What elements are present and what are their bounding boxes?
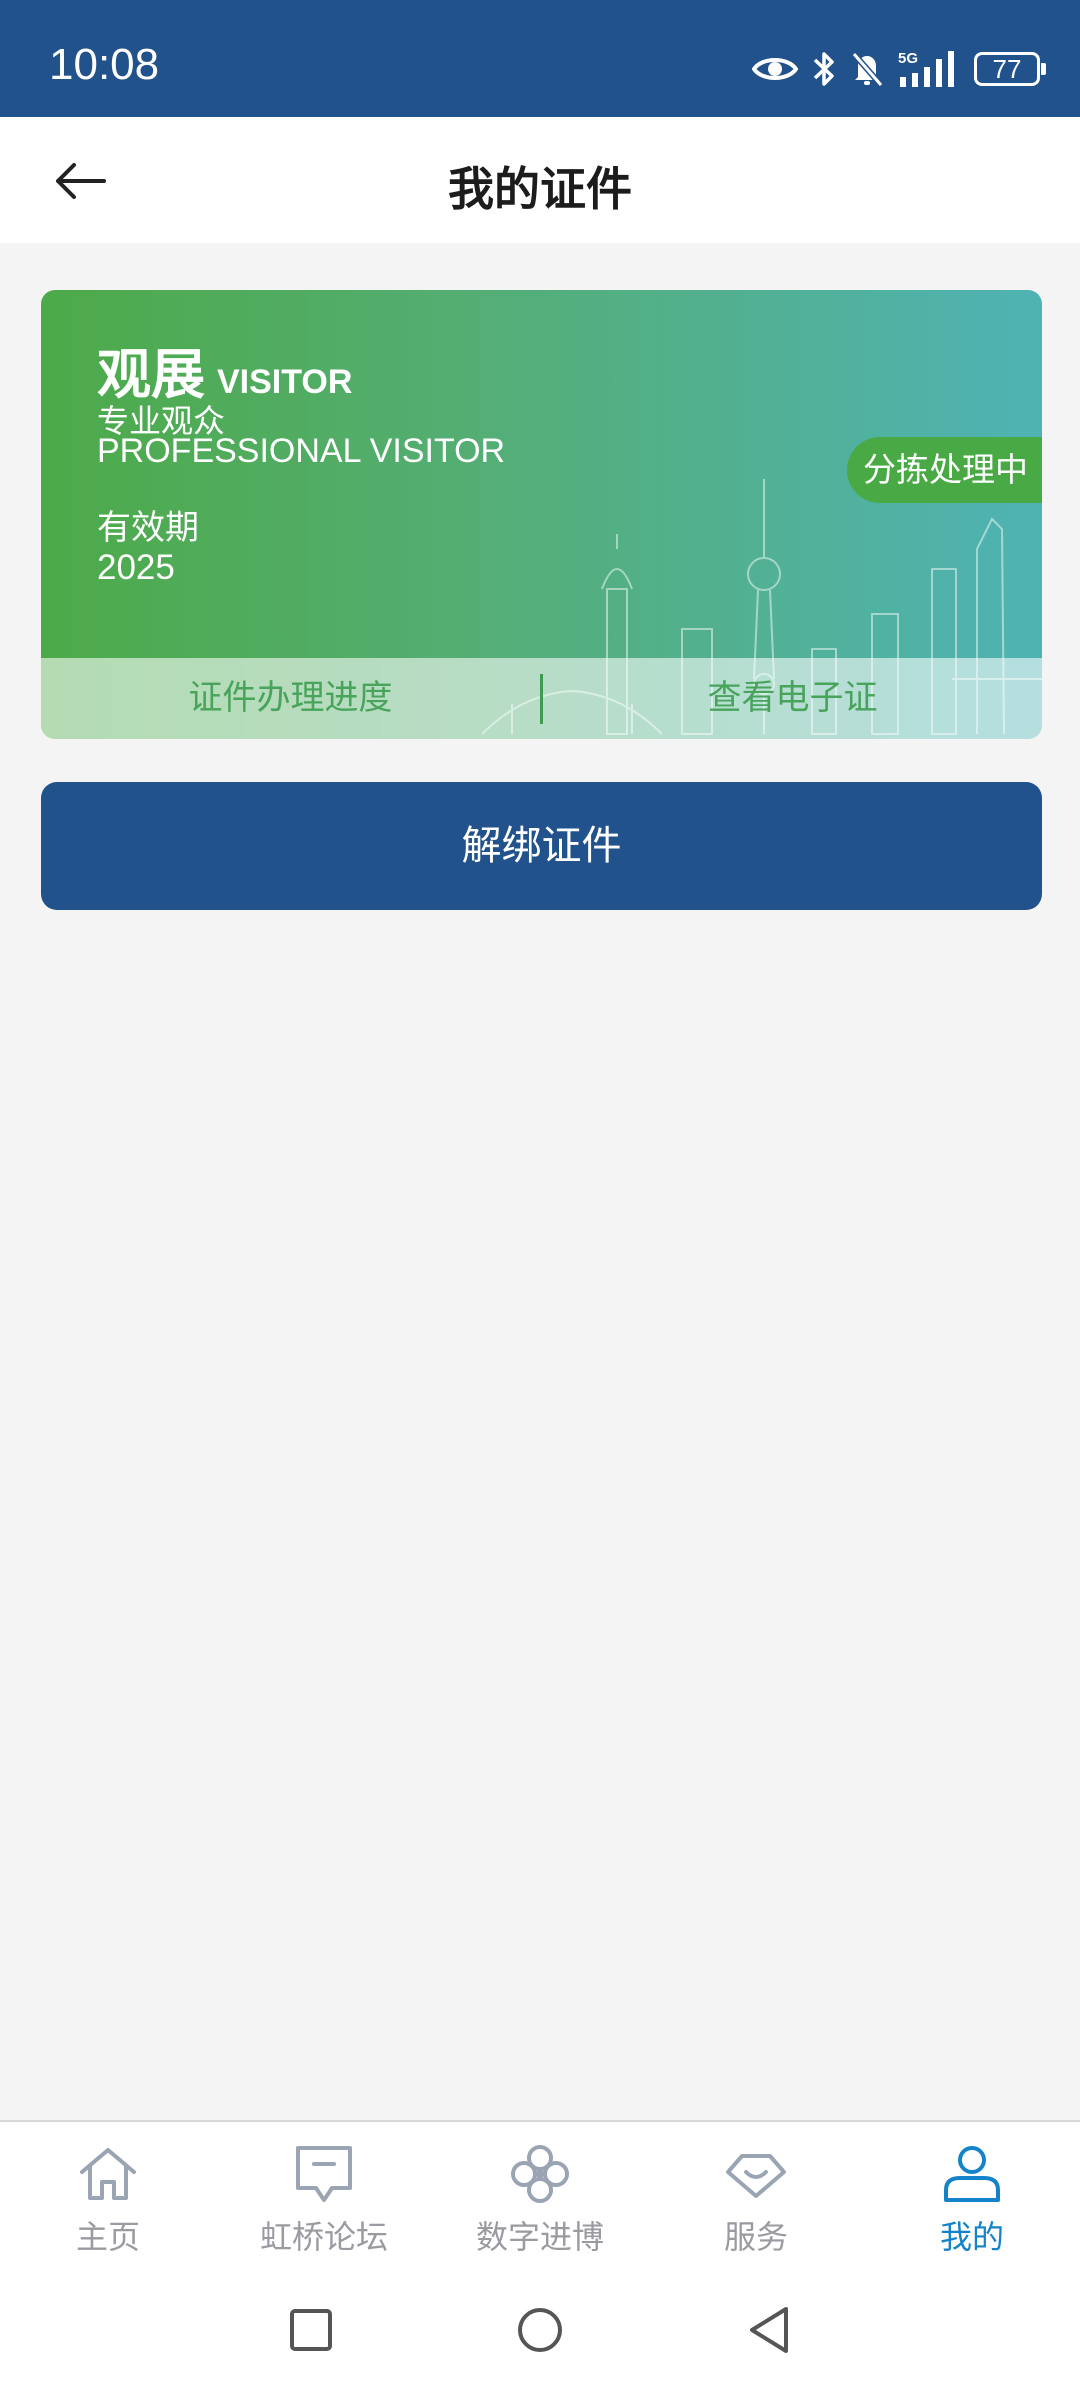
clover-icon (511, 2145, 569, 2203)
status-badge: 分拣处理中 (847, 437, 1042, 503)
tab-service[interactable]: 服务 (661, 2142, 851, 2272)
recent-apps-button[interactable] (281, 2300, 341, 2360)
tab-label-digital-ciie: 数字进博 (475, 2218, 604, 2256)
credential-progress-link[interactable]: 证件办理进度 (41, 658, 540, 739)
signal-icon: 5G (898, 50, 954, 87)
tab-label-home: 主页 (75, 2218, 140, 2256)
tab-label-forum: 虹桥论坛 (259, 2218, 388, 2256)
home-icon (80, 2148, 136, 2200)
status-icons: 5G 77 (752, 44, 1046, 94)
tab-forum[interactable]: 虹桥论坛 (229, 2142, 419, 2272)
home-circle-icon (518, 2308, 562, 2352)
service-icon (726, 2154, 786, 2198)
validity-year: 2025 (97, 548, 175, 587)
tab-digital-ciie[interactable]: 数字进博 (445, 2142, 635, 2272)
unbind-credential-button[interactable]: 解绑证件 (41, 782, 1042, 910)
card-action-bar: 证件办理进度 查看电子证 (41, 658, 1042, 739)
forum-icon (296, 2146, 352, 2202)
page-title: 我的证件 (448, 162, 632, 216)
back-triangle-icon (750, 2307, 788, 2353)
tab-home[interactable]: 主页 (13, 2142, 203, 2272)
status-bar: 10:08 5G 77 (0, 0, 1080, 117)
credential-card[interactable]: 观展 VISITOR 专业观众 PROFESSIONAL VISITOR 有效期 … (41, 290, 1042, 739)
tab-mine[interactable]: 我的 (877, 2142, 1067, 2272)
tab-label-mine: 我的 (939, 2218, 1004, 2256)
validity-label: 有效期 (97, 508, 199, 548)
app-header: 我的证件 (0, 117, 1080, 243)
back-nav-button[interactable] (739, 2300, 799, 2360)
bell-off-icon (851, 52, 884, 87)
battery-icon: 77 (974, 52, 1046, 86)
recent-apps-icon (290, 2309, 332, 2351)
home-nav-button[interactable] (510, 2300, 570, 2360)
status-time: 10:08 (49, 40, 160, 89)
bluetooth-icon (813, 52, 834, 86)
credential-title-en: VISITOR (217, 363, 353, 401)
view-e-credential-link[interactable]: 查看电子证 (543, 658, 1042, 739)
network-type: 5G (898, 50, 918, 67)
user-icon (944, 2146, 1000, 2202)
credential-type-en: PROFESSIONAL VISITOR (97, 432, 506, 470)
eye-icon (752, 58, 798, 80)
tab-label-service: 服务 (723, 2218, 788, 2256)
